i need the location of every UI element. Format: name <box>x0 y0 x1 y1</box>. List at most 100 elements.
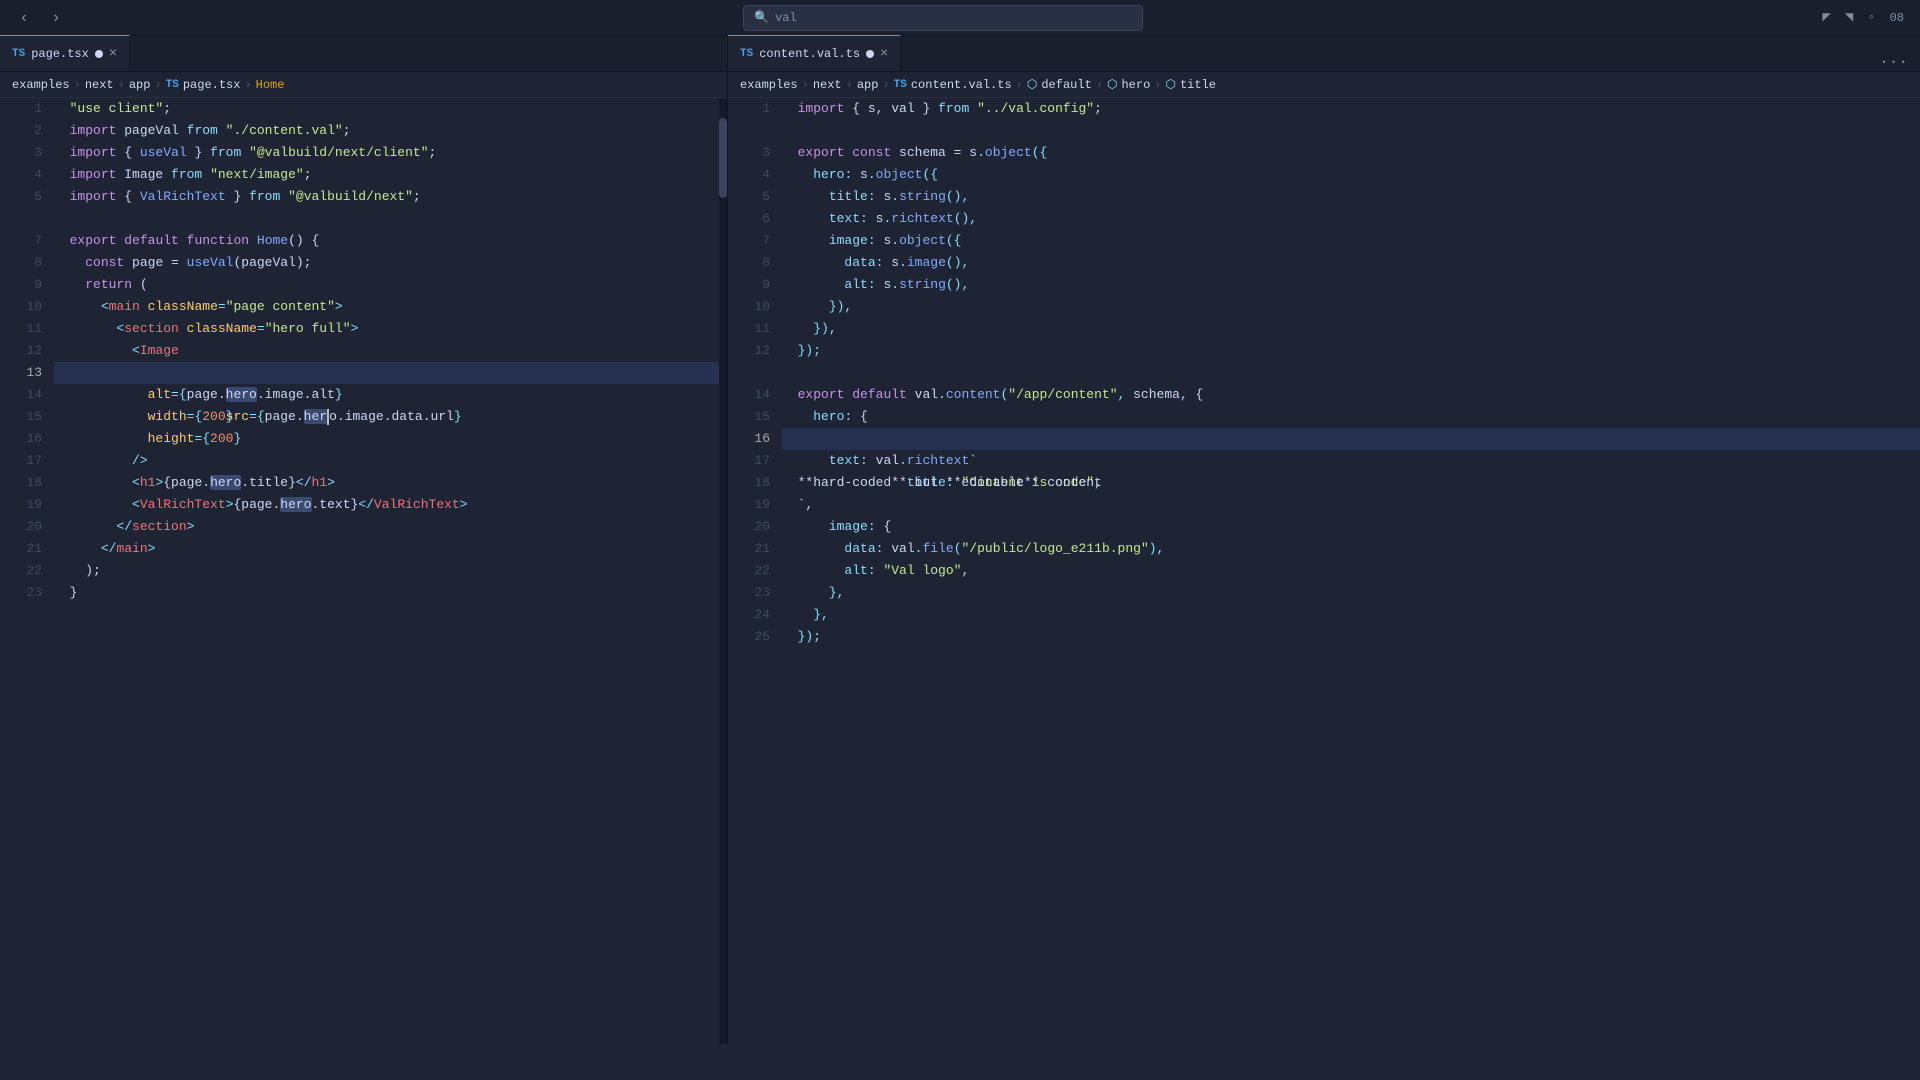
title-bar: ‹ › 🔍 val ◤ ◥ ◦ 08 <box>0 0 1920 36</box>
code-line: title: s.string(), <box>782 186 1920 208</box>
layout-btn-2[interactable]: ◥ <box>1841 7 1857 28</box>
code-line <box>782 120 1920 142</box>
breadcrumb-app-r[interactable]: app <box>857 78 879 92</box>
code-line: height={200} <box>54 428 719 450</box>
code-line <box>54 208 719 230</box>
breadcrumb-default[interactable]: default <box>1041 78 1091 92</box>
code-line: alt: "Val logo", <box>782 560 1920 582</box>
breadcrumb-contentvalt[interactable]: content.val.ts <box>911 78 1012 92</box>
code-line: alt: s.string(), <box>782 274 1920 296</box>
left-scrollbar-thumb[interactable] <box>719 118 727 198</box>
code-line: /> <box>54 450 719 472</box>
code-line: }); <box>782 340 1920 362</box>
code-line: import { ValRichText } from "@valbuild/n… <box>54 186 719 208</box>
forward-button[interactable]: › <box>44 6 68 30</box>
search-icon: 🔍 <box>754 10 769 25</box>
code-line: export default function Home() { <box>54 230 719 252</box>
sep-r4: › <box>1016 78 1023 92</box>
right-tab-filename: content.val.ts <box>759 47 860 61</box>
breadcrumb-next-r[interactable]: next <box>813 78 842 92</box>
code-line: hero: { <box>782 406 1920 428</box>
right-pane: TS content.val.ts × ··· examples › next … <box>728 36 1920 1044</box>
right-code-content[interactable]: import { s, val } from "../val.config"; … <box>778 98 1920 1044</box>
breadcrumb-examples[interactable]: examples <box>12 78 70 92</box>
code-line: }); <box>782 626 1920 648</box>
code-line: }), <box>782 296 1920 318</box>
left-code-editor: 1 2 3 4 5 7 8 9 10 11 12 13 14 15 16 17 … <box>0 98 727 1044</box>
code-line: import { useVal } from "@valbuild/next/c… <box>54 142 719 164</box>
layout-btn-3[interactable]: ◦ <box>1863 8 1879 28</box>
code-line <box>782 362 1920 384</box>
right-tab-content-val-ts[interactable]: TS content.val.ts × <box>728 35 901 71</box>
right-tab-bar: TS content.val.ts × ··· <box>728 36 1920 72</box>
layout-btn-4[interactable]: 08 <box>1886 9 1908 27</box>
breadcrumb-hero[interactable]: hero <box>1121 78 1150 92</box>
code-line: <h1>{page.hero.title}</h1> <box>54 472 719 494</box>
right-tab-actions: ··· <box>1879 53 1920 71</box>
right-tab-modified <box>866 50 874 58</box>
code-line: image: s.object({ <box>782 230 1920 252</box>
code-line: hero: s.object({ <box>782 164 1920 186</box>
left-scrollbar[interactable] <box>719 98 727 1044</box>
sep3: › <box>154 78 161 92</box>
sep2: › <box>118 78 125 92</box>
code-line: import pageVal from "./content.val"; <box>54 120 719 142</box>
title-bar-left: ‹ › <box>12 6 68 30</box>
sep-r3: › <box>882 78 889 92</box>
code-line: data: s.image(), <box>782 252 1920 274</box>
code-line: </section> <box>54 516 719 538</box>
code-line: export default val.content("/app/content… <box>782 384 1920 406</box>
breadcrumb-pagetsx[interactable]: page.tsx <box>183 78 241 92</box>
right-code-editor: 1 3 4 5 6 7 8 9 10 11 12 14 15 16 17 18 … <box>728 98 1920 1044</box>
title-bar-right: ◤ ◥ ◦ 08 <box>1818 7 1908 28</box>
code-line: import { s, val } from "../val.config"; <box>782 98 1920 120</box>
code-line-highlighted: 💡 src={page.hero.image.data.url} <box>54 362 719 384</box>
sep-r1: › <box>802 78 809 92</box>
back-button[interactable]: ‹ <box>12 6 36 30</box>
code-line: alt={page.hero.image.alt} <box>54 384 719 406</box>
breadcrumb-title[interactable]: title <box>1180 78 1216 92</box>
breadcrumb-ts-label: TS <box>166 79 179 91</box>
left-pane: TS page.tsx × examples › next › app › TS… <box>0 36 728 1044</box>
code-line: return ( <box>54 274 719 296</box>
code-line-highlighted-r: 💡 title: "Content is code", <box>782 428 1920 450</box>
code-line: data: val.file("/public/logo_e211b.png")… <box>782 538 1920 560</box>
breadcrumb-app[interactable]: app <box>129 78 151 92</box>
left-tab-lang: TS <box>12 48 25 60</box>
code-line: <section className="hero full"> <box>54 318 719 340</box>
code-line: }, <box>782 582 1920 604</box>
right-tab-close[interactable]: × <box>880 46 888 62</box>
code-line: width={200} <box>54 406 719 428</box>
search-bar[interactable]: 🔍 val <box>743 5 1143 31</box>
breadcrumb-title-icon: ⬡ <box>1165 77 1175 92</box>
code-line: <main className="page content"> <box>54 296 719 318</box>
left-tab-filename: page.tsx <box>31 47 89 61</box>
layout-btn-1[interactable]: ◤ <box>1818 7 1834 28</box>
left-tab-page-tsx[interactable]: TS page.tsx × <box>0 35 130 71</box>
left-tab-close[interactable]: × <box>109 46 117 62</box>
left-breadcrumb: examples › next › app › TS page.tsx › Ho… <box>0 72 727 98</box>
left-code-content[interactable]: "use client"; import pageVal from "./con… <box>50 98 719 1044</box>
code-line: </main> <box>54 538 719 560</box>
breadcrumb-next[interactable]: next <box>85 78 114 92</box>
code-line: import Image from "next/image"; <box>54 164 719 186</box>
code-line: text: val.richtext` <box>782 450 1920 472</box>
sep-r5: › <box>1096 78 1103 92</box>
code-line: **hard-coded** but **editable** content <box>782 472 1920 494</box>
breadcrumb-hero-icon: ⬡ <box>1107 77 1117 92</box>
search-input[interactable]: val <box>775 11 797 25</box>
breadcrumb-home[interactable]: Home <box>256 78 285 92</box>
breadcrumb-ts-label-r: TS <box>894 79 907 91</box>
editor-area: TS page.tsx × examples › next › app › TS… <box>0 36 1920 1044</box>
code-line: "use client"; <box>54 98 719 120</box>
sep-r2: › <box>846 78 853 92</box>
code-line: }, <box>782 604 1920 626</box>
left-tab-modified <box>95 50 103 58</box>
breadcrumb-examples-r[interactable]: examples <box>740 78 798 92</box>
code-line: `, <box>782 494 1920 516</box>
code-line: image: { <box>782 516 1920 538</box>
code-line: } <box>54 582 719 604</box>
code-line: <Image <box>54 340 719 362</box>
right-tab-ellipsis[interactable]: ··· <box>1879 53 1908 71</box>
breadcrumb-default-icon: ⬡ <box>1027 77 1037 92</box>
